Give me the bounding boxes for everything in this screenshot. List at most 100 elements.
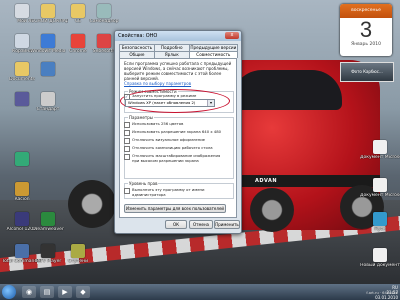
- desktop-icon-label: Самонадзор: [89, 19, 119, 24]
- admin-row[interactable]: Выполнять эту программу от имени админис…: [124, 187, 228, 197]
- desktop-icon[interactable]: Racion: [2, 182, 42, 202]
- tab-compatibility[interactable]: Совместимость: [188, 51, 239, 58]
- ok-button[interactable]: ОК: [165, 220, 187, 229]
- desktop-icon-label: Dreamweaver: [32, 227, 64, 232]
- desktop-icon-label: Пуск: [374, 227, 386, 232]
- param-label: Использовать разрешение экрана 640 x 480: [132, 129, 222, 134]
- app-icon: [41, 92, 55, 106]
- param-row[interactable]: Отключить композицию рабочего стола: [124, 145, 228, 152]
- desktop-icon[interactable]: Пуск: [360, 212, 400, 232]
- checkbox[interactable]: [124, 122, 130, 128]
- calendar-gadget[interactable]: воскресенье 3 Январь 2010: [340, 4, 392, 56]
- desktop-icon[interactable]: [2, 152, 42, 167]
- calendar-weekday: воскресенье: [340, 4, 392, 18]
- parameters-label: Параметры: [128, 115, 154, 120]
- apply-button[interactable]: Применить: [214, 220, 240, 229]
- taskbar: ◉ ▤ ▶ ◆ RU 21:57 03.01.2010: [0, 284, 400, 300]
- app-icon: [41, 244, 55, 258]
- app-icon: [71, 244, 85, 258]
- start-button[interactable]: [2, 285, 16, 299]
- my-computer-icon: [15, 4, 29, 18]
- media-player-icon[interactable]: ▶: [58, 286, 72, 298]
- desktop-icon[interactable]: Ступени: [58, 244, 98, 264]
- checkbox[interactable]: [124, 130, 130, 136]
- param-label: Отключить композицию рабочего стола: [132, 145, 213, 150]
- dialog-title: Свойства: OHO: [115, 31, 241, 41]
- app-icon: [97, 34, 111, 48]
- desktop-icon-label: Racion: [14, 197, 30, 202]
- document-icon: [373, 178, 387, 192]
- clock-date: 03.01.2010: [375, 295, 398, 300]
- calendar-day: 3: [359, 17, 373, 42]
- properties-dialog: Свойства: OHO x Безопасность Подробно Пр…: [114, 30, 242, 234]
- desktop-icon[interactable]: Самонадзор: [84, 4, 124, 24]
- app-icon: [41, 212, 55, 226]
- all-users-label: Изменить параметры для всех пользователе…: [125, 206, 225, 211]
- media-icon: [41, 34, 55, 48]
- checkbox[interactable]: [124, 154, 130, 160]
- car-wheel: [250, 188, 294, 232]
- tab-strip: Безопасность Подробно Предыдущие версии …: [119, 44, 239, 58]
- car-wheel: [68, 180, 116, 228]
- car-windshield: [232, 70, 342, 110]
- param-label: Отключить визуальное оформление: [132, 137, 206, 142]
- desktop-icon-label: Документ Microsoft: [360, 155, 400, 160]
- folder-icon: [15, 62, 29, 76]
- desktop-icon[interactable]: Документ Microsoft: [360, 178, 400, 198]
- folder-icon: [71, 4, 85, 18]
- car-brand-text: ADVAN: [255, 178, 278, 184]
- rights-label: Уровень прав: [128, 181, 159, 186]
- checkbox[interactable]: [124, 188, 130, 194]
- close-button[interactable]: x: [225, 32, 239, 39]
- param-row[interactable]: Отключить визуальное оформление: [124, 137, 228, 144]
- photo-gadget[interactable]: Фото Карбюс...: [340, 62, 394, 82]
- desktop-icon[interactable]: Стандарт: [28, 92, 68, 112]
- folder-icon[interactable]: ▤: [40, 286, 54, 298]
- desktop-icon-label: Стандарт: [36, 107, 60, 112]
- desktop-icon-label: Documents: [9, 77, 35, 82]
- desktop-icon[interactable]: Новый документ: [360, 248, 400, 268]
- app-icon: [15, 152, 29, 166]
- param-row[interactable]: Отключить масштабирование изображения пр…: [124, 153, 228, 163]
- app-icon: [15, 92, 29, 106]
- help-link[interactable]: Справка по выбору параметров: [124, 81, 232, 86]
- intro-text: Если программа успешно работала с предыд…: [124, 61, 232, 81]
- document-icon: [373, 140, 387, 154]
- app-icon: [15, 212, 29, 226]
- checkbox[interactable]: [124, 146, 130, 152]
- tab-shortcut[interactable]: Ярлык: [153, 51, 190, 58]
- chevron-down-icon[interactable]: ▾: [207, 100, 214, 106]
- watermark: f-art.ru · 640x480: [366, 291, 398, 295]
- param-row[interactable]: Использовать разрешение экрана 640 x 480: [124, 129, 228, 136]
- desktop-icon[interactable]: Dreamweaver: [28, 212, 68, 232]
- tab-security[interactable]: Безопасность: [119, 44, 155, 51]
- browser-icon[interactable]: ◉: [22, 286, 36, 298]
- recycle-bin-icon: [15, 34, 29, 48]
- desktop-icon[interactable]: Документ Microsoft: [360, 140, 400, 160]
- compat-os-select[interactable]: Windows XP (пакет обновления 2) ▾: [125, 99, 215, 107]
- tab-previous-versions[interactable]: Предыдущие версии: [188, 44, 239, 51]
- folder-icon: [41, 4, 55, 18]
- cancel-button[interactable]: Отмена: [189, 220, 213, 229]
- desktop-icon-label: Документ Microsoft: [360, 193, 400, 198]
- desktop-icon-label: Ступени: [67, 259, 88, 264]
- app-icon: [15, 244, 29, 258]
- compat-os-value: Windows XP (пакет обновления 2): [128, 100, 196, 105]
- param-label: Отключить масштабирование изображения пр…: [132, 153, 221, 163]
- app-icon: [97, 4, 111, 18]
- checkbox[interactable]: [124, 138, 130, 144]
- document-icon: [373, 248, 387, 262]
- chrome-icon: [71, 34, 85, 48]
- admin-label: Выполнять эту программу от имени админис…: [132, 187, 205, 197]
- app-icon[interactable]: ◆: [76, 286, 90, 298]
- tab-details[interactable]: Подробно: [153, 44, 190, 51]
- app-icon: [41, 62, 55, 76]
- all-users-button[interactable]: Изменить параметры для всех пользователе…: [124, 204, 226, 213]
- tab-general[interactable]: Общие: [119, 51, 155, 58]
- compatibility-panel: Если программа успешно работала с предыд…: [119, 58, 237, 218]
- app-icon: [15, 182, 29, 196]
- param-label: Использовать 256 цветов: [132, 121, 184, 126]
- app-icon: [373, 212, 387, 226]
- param-row[interactable]: Использовать 256 цветов: [124, 121, 228, 128]
- desktop-icon[interactable]: [28, 62, 68, 77]
